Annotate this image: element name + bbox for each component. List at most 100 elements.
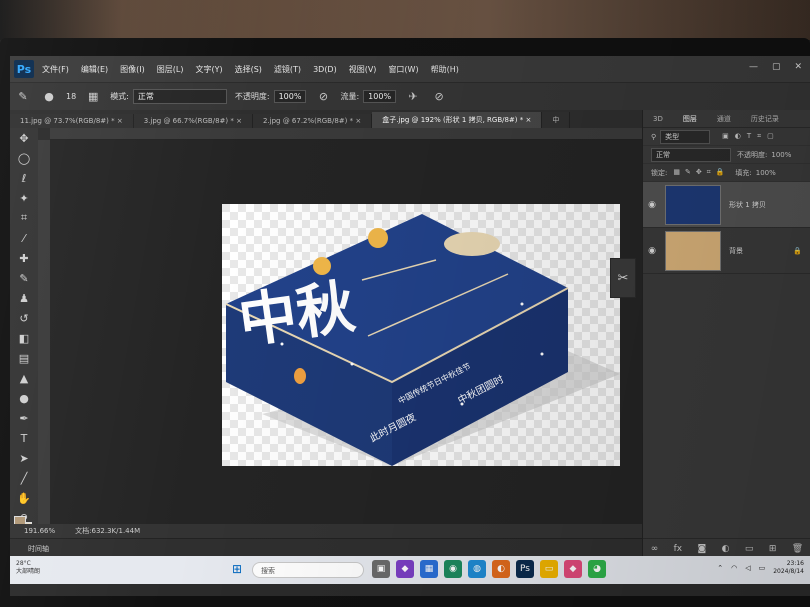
eraser-icon[interactable]: ◧ xyxy=(10,328,38,348)
chevron-up-icon[interactable]: ⌃ xyxy=(717,564,723,572)
opacity-value[interactable]: 100% xyxy=(771,151,791,159)
layer-thumbnail xyxy=(665,230,721,271)
mode-label: 模式: xyxy=(110,92,129,101)
brush-preset-icon[interactable]: ● xyxy=(42,90,56,104)
eye-icon[interactable]: ◉ xyxy=(643,200,661,210)
clone-stamp-icon[interactable]: ♟ xyxy=(10,288,38,308)
tab-2-jpg[interactable]: 2.jpg @ 67.2%(RGB/8#) * × xyxy=(252,114,373,128)
lock-icons[interactable]: ▦✎✥⌗🔒 xyxy=(673,168,729,177)
move-tool-icon[interactable]: ✥ xyxy=(10,128,38,148)
type-tool-icon[interactable]: T xyxy=(10,428,38,448)
flow-field[interactable]: 100% xyxy=(363,90,397,103)
menu-image[interactable]: 图像(I) xyxy=(120,64,145,75)
tab-channels[interactable]: 通道 xyxy=(707,114,741,124)
edge-icon[interactable]: ◉ xyxy=(444,560,462,578)
moon-shape xyxy=(368,228,388,248)
marquee-tool-icon[interactable]: ◯ xyxy=(10,148,38,168)
windows-start-icon[interactable]: ⊞ xyxy=(232,562,246,576)
brush-tool-icon[interactable]: ✎ xyxy=(16,90,30,104)
pen-tool-icon[interactable]: ✒ xyxy=(10,408,38,428)
firefox-icon[interactable]: ◐ xyxy=(492,560,510,578)
healing-brush-icon[interactable]: ✚ xyxy=(10,248,38,268)
minimize-button[interactable]: — xyxy=(749,62,758,72)
link-icon[interactable]: ∞ xyxy=(651,544,659,554)
dodge-icon[interactable]: ● xyxy=(10,388,38,408)
tab-11-jpg[interactable]: 11.jpg @ 73.7%(RGB/8#) * × xyxy=(10,114,134,128)
tab-box-jpg[interactable]: 盒子.jpg @ 192% (形状 1 拷贝, RGB/8#) * × xyxy=(372,112,543,128)
magic-wand-icon[interactable]: ✦ xyxy=(10,188,38,208)
app-icon[interactable]: ◆ xyxy=(564,560,582,578)
brush-tool-icon[interactable]: ✎ xyxy=(10,268,38,288)
filter-icons[interactable]: ▣◐T⌗▢ xyxy=(722,132,780,141)
brush-panel-icon[interactable]: ▦ xyxy=(86,90,100,104)
tab-layers[interactable]: 图层 xyxy=(673,114,707,124)
timeline-panel[interactable]: 时间轴 xyxy=(10,538,642,558)
menu-3d[interactable]: 3D(D) xyxy=(313,65,337,74)
menu-layer[interactable]: 图层(L) xyxy=(157,64,184,75)
airbrush-icon[interactable]: ✈ xyxy=(406,90,420,104)
scissors-icon[interactable]: ✂ xyxy=(610,258,636,298)
eyedropper-icon[interactable]: ⁄ xyxy=(10,228,38,248)
opacity-field[interactable]: 100% xyxy=(273,90,307,103)
tab-3d[interactable]: 3D xyxy=(643,115,673,123)
tab-3-jpg[interactable]: 3.jpg @ 66.7%(RGB/8#) * × xyxy=(133,114,253,128)
gradient-icon[interactable]: ▤ xyxy=(10,348,38,368)
menu-select[interactable]: 选择(S) xyxy=(235,64,262,75)
vs-icon[interactable]: ◆ xyxy=(396,560,414,578)
menu-view[interactable]: 视图(V) xyxy=(349,64,377,75)
volume-icon[interactable]: ◁ xyxy=(745,564,750,572)
new-layer-icon[interactable]: ⊞ xyxy=(769,544,777,554)
menu-window[interactable]: 窗口(W) xyxy=(388,64,418,75)
tab-more[interactable]: 中 xyxy=(542,112,571,128)
pressure-opacity-icon[interactable]: ⊘ xyxy=(316,90,330,104)
file-explorer-icon[interactable]: ▭ xyxy=(540,560,558,578)
clock[interactable]: 23:16 2024/8/14 xyxy=(773,560,804,576)
wechat-icon[interactable]: ◕ xyxy=(588,560,606,578)
weather-widget[interactable]: 28°C 大部晴朗 xyxy=(16,560,40,576)
browser-icon[interactable]: ◍ xyxy=(468,560,486,578)
adjustment-icon[interactable]: ◐ xyxy=(722,544,730,554)
maximize-button[interactable]: ▢ xyxy=(772,62,781,72)
canvas-area[interactable]: 中秋 中国传统节日中秋佳节 此时月圆夜 中秋团圆时 xyxy=(50,140,642,524)
battery-icon[interactable]: ▭ xyxy=(759,564,766,572)
shape-tool-icon[interactable]: ╱ xyxy=(10,468,38,488)
mode-select[interactable]: 正常 xyxy=(132,89,227,104)
flow-label: 流量: xyxy=(340,92,360,101)
layer-actions: ∞ fx ◙ ◐ ▭ ⊞ 🗑 xyxy=(643,538,810,558)
star-dot xyxy=(350,362,354,366)
mask-icon[interactable]: ◙ xyxy=(698,544,707,554)
taskbar-search[interactable]: 搜索 xyxy=(252,562,364,578)
timeline-label: 时间轴 xyxy=(28,545,49,553)
blur-icon[interactable]: ▲ xyxy=(10,368,38,388)
close-button[interactable]: ✕ xyxy=(794,62,802,72)
trash-icon[interactable]: 🗑 xyxy=(792,544,803,554)
lasso-tool-icon[interactable]: ℓ xyxy=(10,168,38,188)
wifi-icon[interactable]: ◠ xyxy=(731,564,737,572)
photoshop-taskbar-icon[interactable]: Ps xyxy=(516,560,534,578)
eye-icon[interactable]: ◉ xyxy=(643,246,661,256)
menu-filter[interactable]: 滤镜(T) xyxy=(274,64,301,75)
menu-type[interactable]: 文字(Y) xyxy=(195,64,222,75)
zoom-level[interactable]: 191.66% xyxy=(24,527,55,535)
task-view-icon[interactable]: ▣ xyxy=(372,560,390,578)
options-bar: ✎ ● 18 ▦ 模式: 正常 不透明度: 100% ⊘ 流量: 100% ✈ … xyxy=(10,82,810,110)
layer-filter-select[interactable]: 类型 xyxy=(660,129,711,144)
pressure-size-icon[interactable]: ⊘ xyxy=(432,90,446,104)
menu-file[interactable]: 文件(F) xyxy=(42,64,69,75)
fx-icon[interactable]: fx xyxy=(674,544,683,554)
history-brush-icon[interactable]: ↺ xyxy=(10,308,38,328)
layer-row[interactable]: ◉ 形状 1 拷贝 xyxy=(643,182,810,228)
path-select-icon[interactable]: ➤ xyxy=(10,448,38,468)
fill-value[interactable]: 100% xyxy=(756,169,776,177)
tab-history[interactable]: 历史记录 xyxy=(741,114,789,124)
folder-icon[interactable]: ▭ xyxy=(745,544,754,554)
layer-row[interactable]: ◉ 背景 🔒 xyxy=(643,228,810,274)
crop-tool-icon[interactable]: ⌗ xyxy=(10,208,38,228)
document-canvas[interactable]: 中秋 中国传统节日中秋佳节 此时月圆夜 中秋团圆时 xyxy=(222,204,620,466)
menu-edit[interactable]: 编辑(E) xyxy=(81,64,108,75)
hand-tool-icon[interactable]: ✋ xyxy=(10,488,38,508)
blend-mode-select[interactable]: 正常 xyxy=(651,147,731,162)
menu-help[interactable]: 帮助(H) xyxy=(431,64,459,75)
vertical-ruler xyxy=(38,140,50,524)
store-icon[interactable]: ▦ xyxy=(420,560,438,578)
